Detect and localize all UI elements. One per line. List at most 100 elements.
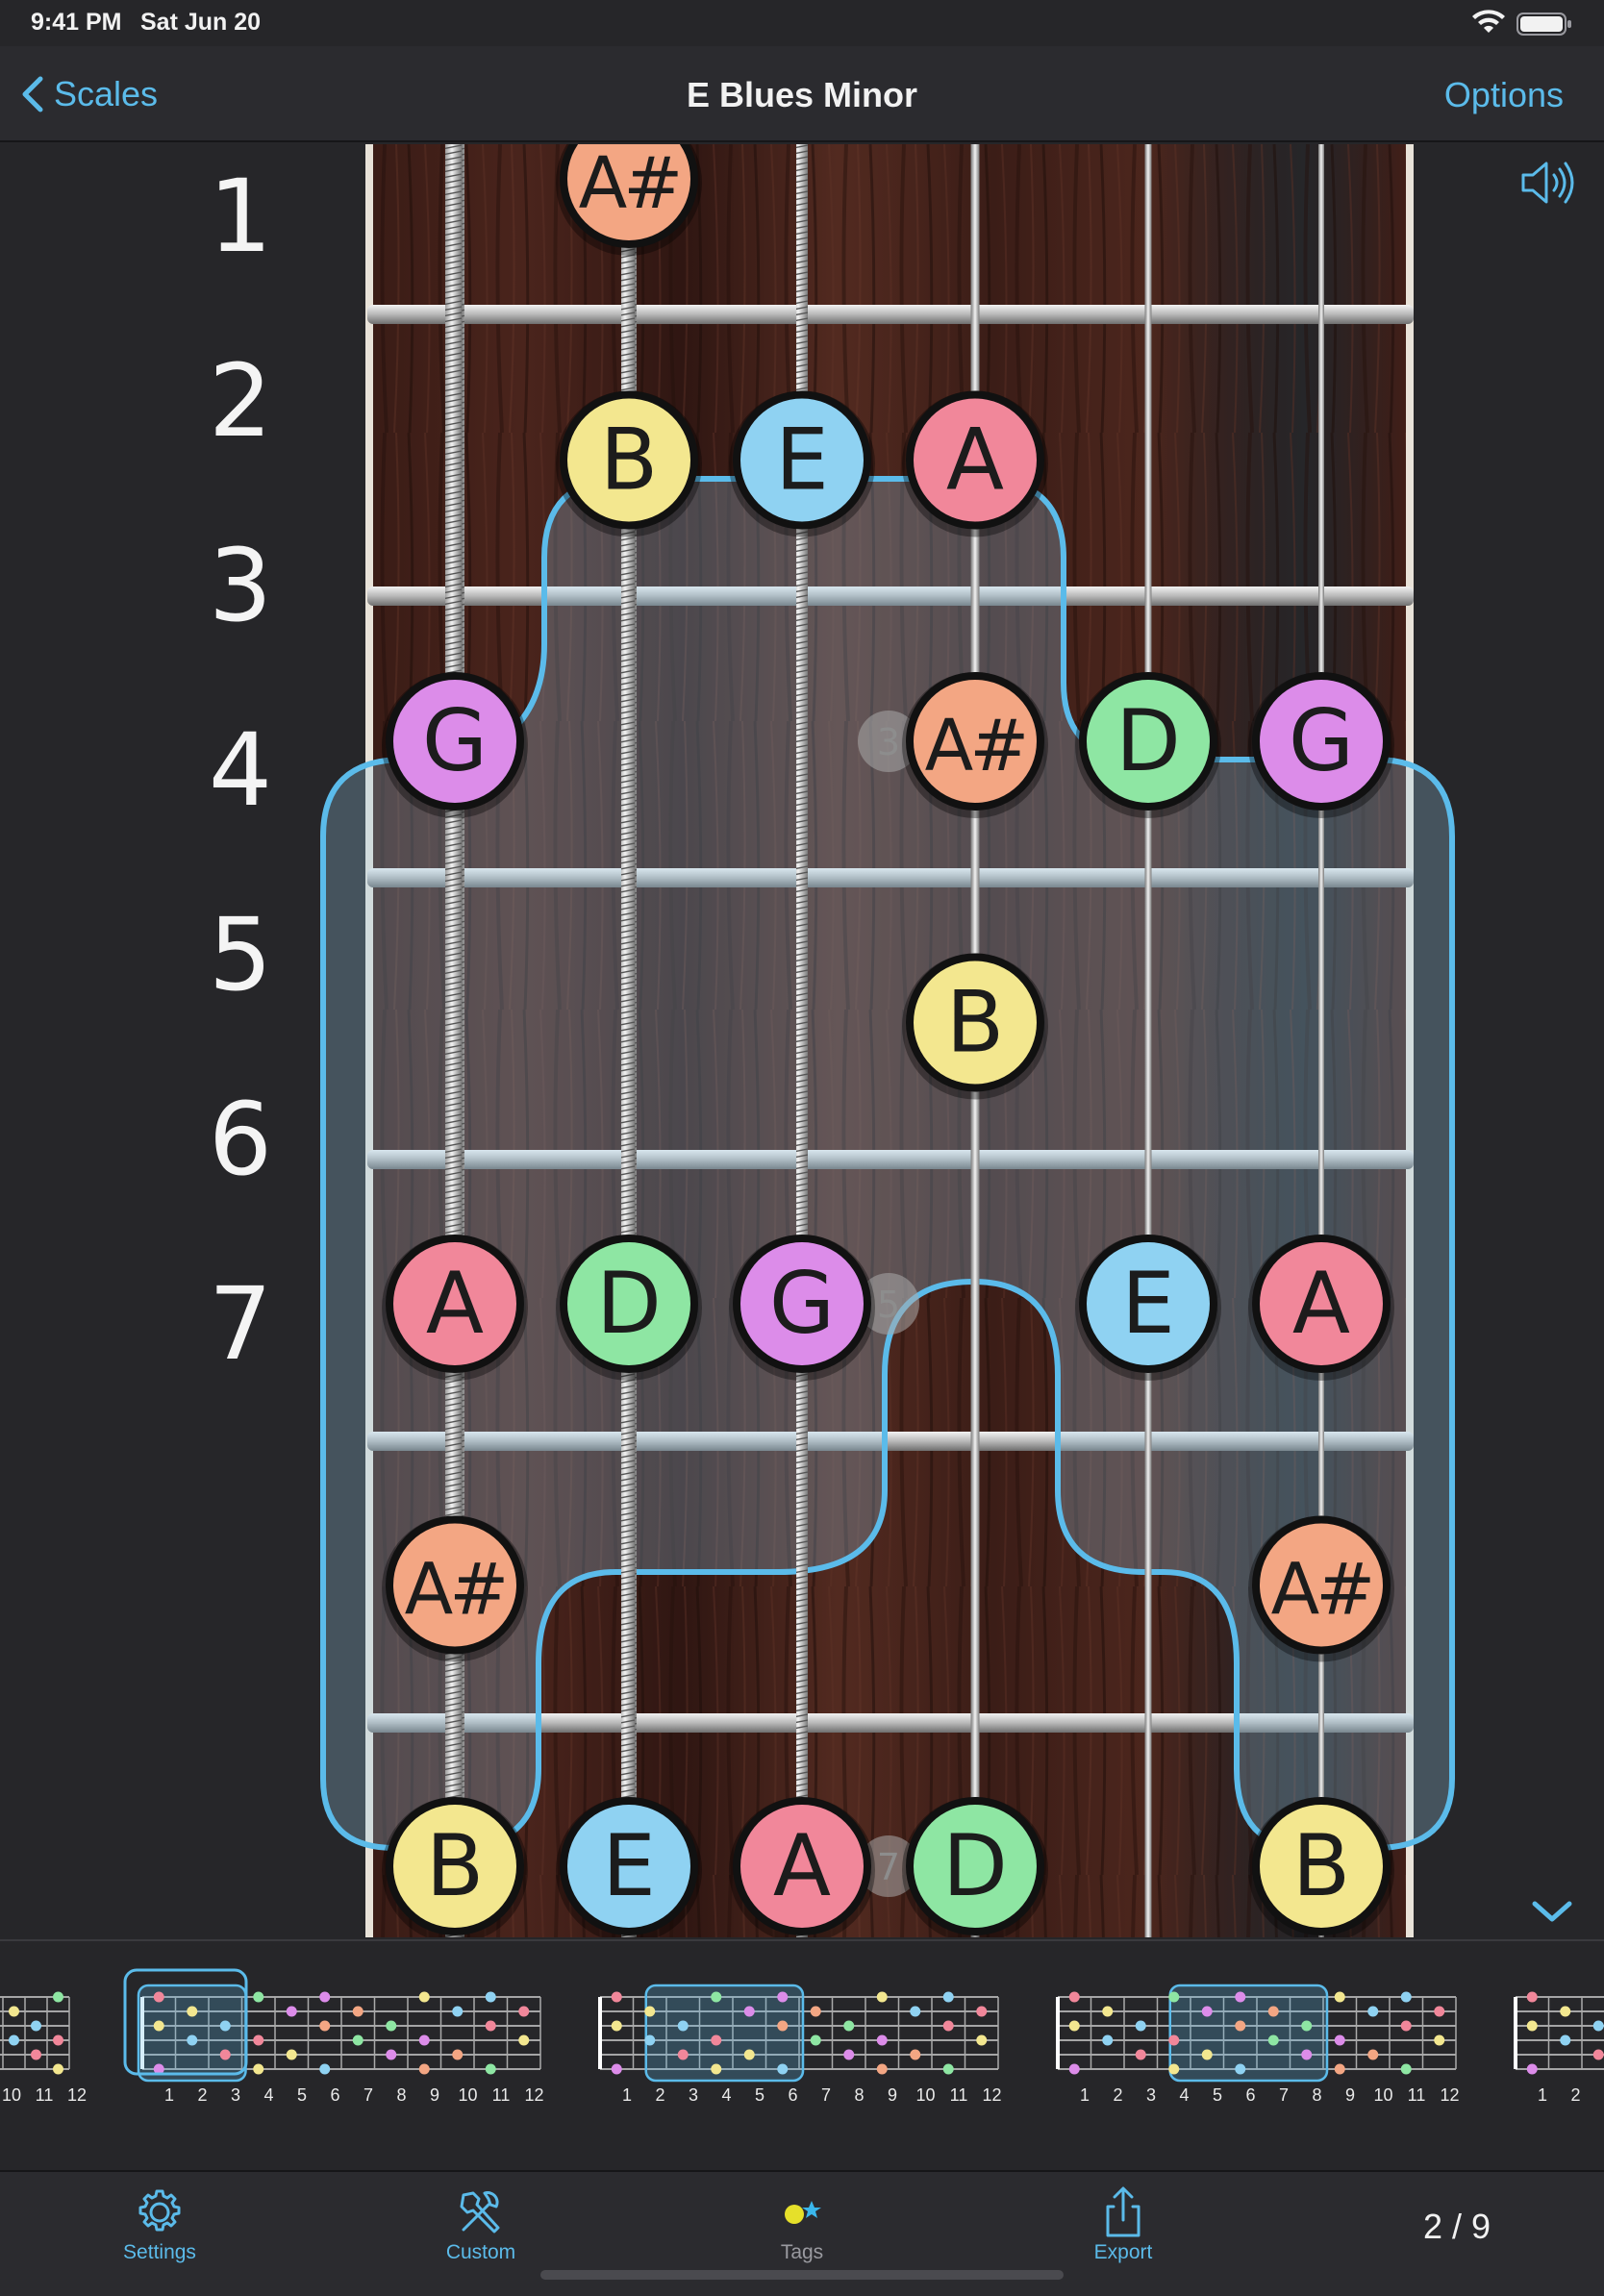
tab-tags[interactable]: Tags — [725, 2185, 879, 2272]
thumbnail-fret-number: 1 — [1537, 2085, 1548, 2105]
tab-settings-label: Settings — [123, 2241, 196, 2263]
fretboard-view: 357 A# B E A G A# D G B A D G E A A# A# B E A D B 1 2 3 4 5 … — [0, 144, 1604, 1937]
tab-settings[interactable]: Settings — [83, 2185, 237, 2272]
status-bar: 9:41 PM Sat Jun 20 — [0, 0, 1604, 46]
speaker-icon[interactable] — [1519, 158, 1577, 208]
thumbnail-position-5[interactable] — [1514, 1991, 1604, 2075]
note-label: D — [596, 1254, 662, 1353]
note-marker[interactable]: A — [382, 1235, 528, 1381]
note-label: A — [426, 1254, 484, 1353]
note-marker[interactable]: A# — [902, 672, 1048, 818]
thumbnail-fret-number: 11 — [1407, 2085, 1426, 2105]
fret-number-4: 4 — [208, 711, 273, 829]
thumbnail-fret-number: 4 — [263, 2085, 274, 2105]
thumbnail-fret-number: 12 — [524, 2085, 544, 2105]
thumbnail-fret-number: 9 — [1344, 2085, 1356, 2105]
thumbnail-fret-number: 3 — [230, 2085, 241, 2105]
note-label: B — [426, 1816, 484, 1915]
note-marker[interactable]: A — [729, 1797, 875, 1937]
thumbnail-position-1[interactable] — [0, 1991, 70, 2075]
status-icons — [1472, 10, 1571, 36]
thumbnail-fret-number: 8 — [1312, 2085, 1322, 2105]
thumbnail-position-4[interactable] — [1056, 1984, 1457, 2083]
note-label: G — [1289, 691, 1354, 790]
thumbnail-fret-number: 2 — [655, 2085, 665, 2105]
thumbnail-fret-number: 9 — [429, 2085, 440, 2105]
chevron-down-icon[interactable] — [1527, 1894, 1577, 1929]
note-label: A# — [579, 144, 680, 225]
status-time: 9:41 PM — [31, 9, 122, 36]
thumbnail-fret-number: 12 — [1440, 2085, 1460, 2105]
note-label: G — [769, 1254, 835, 1353]
note-marker[interactable]: A# — [1248, 1515, 1394, 1662]
note-marker[interactable]: A — [1248, 1235, 1394, 1381]
tab-custom[interactable]: Custom — [404, 2185, 558, 2272]
thumbnail-fret-number: 2 — [1570, 2085, 1581, 2105]
share-icon — [1106, 2186, 1140, 2237]
inlay-label: 3 — [877, 721, 900, 763]
page-title: E Blues Minor — [686, 75, 918, 114]
note-marker[interactable]: D — [1075, 672, 1221, 818]
note-marker[interactable]: B — [382, 1797, 528, 1937]
thumbnail-fret-numbers: 10 11 12 1 2 3 4 5 6 7 8 9 10 11 12 1 2 3 4 5 6 7 8 9 10 11 12 1 2 3 4… — [0, 2085, 1604, 2124]
note-marker[interactable]: D — [902, 1797, 1048, 1937]
position-thumbnails[interactable] — [0, 1941, 1604, 2107]
thumbnail-fret-number: 3 — [688, 2085, 699, 2105]
note-label: A# — [925, 705, 1026, 787]
thumbnail-fret-number: 10 — [458, 2085, 478, 2105]
note-marker[interactable]: E — [1075, 1235, 1221, 1381]
note-marker[interactable]: D — [556, 1235, 702, 1381]
status-date: Sat Jun 20 — [140, 9, 262, 36]
thumbnail-fret-number: 6 — [1245, 2085, 1256, 2105]
thumbnail-position-2[interactable] — [137, 1984, 541, 2083]
note-marker[interactable]: B — [1248, 1797, 1394, 1937]
note-label: A — [1292, 1254, 1350, 1353]
guitar-string — [1318, 144, 1324, 1937]
note-marker[interactable]: B — [556, 390, 702, 537]
thumbnail-fret-number: 6 — [788, 2085, 798, 2105]
note-label: E — [775, 411, 829, 510]
thumbnail-fret-number: 10 — [1373, 2085, 1393, 2105]
fret-number-5: 5 — [208, 896, 273, 1013]
guitar-string — [1144, 144, 1152, 1937]
tools-icon — [460, 2191, 500, 2234]
note-label: E — [602, 1816, 656, 1915]
fret-number-3: 3 — [208, 527, 273, 644]
thumbnail-fret-number: 12 — [66, 2085, 88, 2105]
note-marker[interactable]: A# — [382, 1515, 528, 1662]
note-marker[interactable]: G — [382, 672, 528, 818]
note-marker[interactable]: G — [729, 1235, 875, 1381]
battery-icon — [1516, 12, 1571, 36]
wifi-icon — [1472, 10, 1505, 33]
page-indicator: 2 / 9 — [1422, 2207, 1491, 2246]
thumbnail-position-3[interactable] — [598, 1984, 999, 2083]
gear-icon — [138, 2189, 181, 2232]
fret-number-6: 6 — [208, 1081, 273, 1198]
tab-custom-label: Custom — [445, 2241, 516, 2263]
note-marker[interactable]: E — [729, 390, 875, 537]
thumbnail-fret-number: 1 — [163, 2085, 175, 2105]
thumbnail-fret-number: 11 — [35, 2085, 54, 2105]
thumbnail-fret-number: 2 — [197, 2085, 208, 2105]
thumbnail-fret-number: 5 — [1212, 2085, 1223, 2105]
note-marker[interactable]: G — [1248, 672, 1394, 818]
thumbnail-fret-number: 2 — [1113, 2085, 1123, 2105]
note-label: B — [1292, 1816, 1350, 1915]
thumbnail-fret-number: 1 — [1079, 2085, 1090, 2105]
home-indicator — [540, 2270, 1064, 2280]
thumbnail-fret-number: 11 — [491, 2085, 511, 2105]
note-label: A# — [405, 1549, 506, 1632]
note-label: A# — [1271, 1549, 1372, 1632]
note-marker[interactable]: B — [902, 953, 1048, 1100]
note-label: D — [942, 1816, 1008, 1915]
note-label: B — [946, 973, 1004, 1072]
note-marker[interactable]: A — [902, 390, 1048, 537]
note-marker[interactable]: E — [556, 1797, 702, 1937]
options-button[interactable]: Options — [1444, 75, 1564, 115]
thumbnail-fret-number: 9 — [887, 2085, 898, 2105]
thumbnail-fret-number: 4 — [1179, 2085, 1190, 2105]
tab-export[interactable]: Export — [1046, 2185, 1200, 2272]
note-label: B — [600, 411, 658, 510]
note-label: A — [946, 411, 1004, 510]
tab-tags-label: Tags — [780, 2241, 824, 2263]
